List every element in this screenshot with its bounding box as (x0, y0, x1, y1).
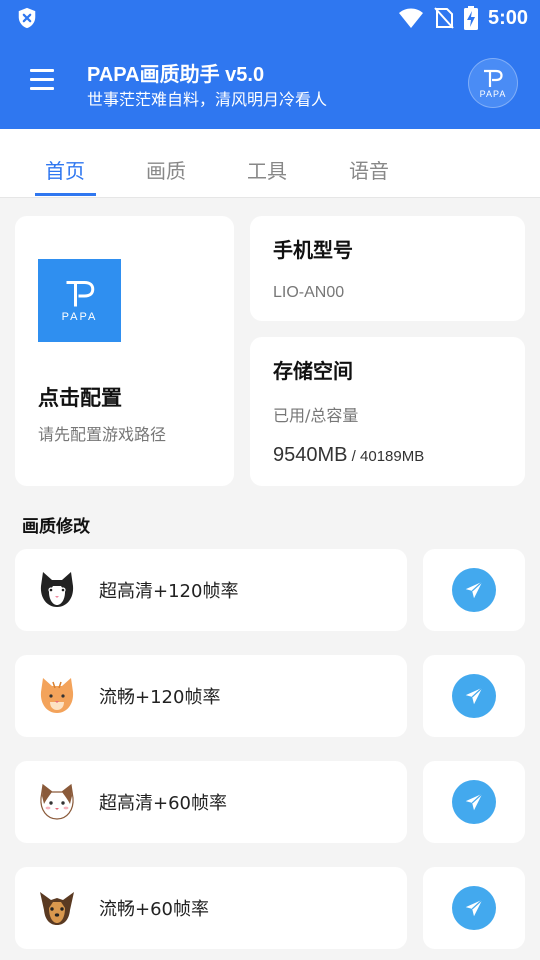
tab-quality[interactable]: 画质 (146, 155, 186, 184)
preset-item[interactable]: 超高清+120帧率 (15, 549, 407, 631)
send-icon (452, 886, 496, 930)
app-subtitle: 世事茫茫难自料，清风明月冷看人 (87, 90, 328, 109)
status-bar: 5:00 (0, 0, 540, 36)
logo-text: PAPA (61, 311, 98, 323)
battery-charging-icon (463, 6, 478, 30)
phone-model-title: 手机型号 (273, 238, 353, 262)
orange-cat-icon (40, 678, 74, 713)
config-card[interactable]: PAPA 点击配置 请先配置游戏路径 (15, 216, 234, 486)
tab-voice[interactable]: 语音 (349, 155, 389, 184)
phone-model-card: 手机型号 LIO-AN00 (250, 216, 525, 321)
tab-home[interactable]: 首页 (45, 155, 85, 184)
storage-title: 存储空间 (273, 359, 353, 383)
send-icon (452, 780, 496, 824)
storage-used: 9540MB (273, 444, 348, 466)
avatar-text: PAPA (479, 88, 507, 99)
preset-item[interactable]: 流畅+60帧率 (15, 867, 407, 949)
storage-values: 9540MB / 40189MB (273, 444, 424, 467)
preset-label: 流畅+60帧率 (99, 899, 209, 920)
tab-indicator (35, 193, 96, 196)
config-title: 点击配置 (38, 386, 122, 410)
storage-total: 40189MB (360, 448, 425, 465)
apply-preset-button[interactable] (423, 761, 525, 843)
preset-label: 超高清+120帧率 (99, 581, 239, 602)
storage-label: 已用/总容量 (273, 406, 359, 425)
papa-logo-icon (66, 281, 94, 307)
preset-item[interactable]: 流畅+120帧率 (15, 655, 407, 737)
tab-tools[interactable]: 工具 (247, 155, 287, 184)
menu-button[interactable] (30, 69, 56, 95)
menu-icon (30, 69, 54, 72)
apply-preset-button[interactable] (423, 655, 525, 737)
preset-item[interactable]: 超高清+60帧率 (15, 761, 407, 843)
preset-label: 流畅+120帧率 (99, 687, 221, 708)
status-time: 5:00 (487, 6, 528, 29)
app-title: PAPA画质助手 v5.0 (87, 64, 265, 86)
send-icon (452, 674, 496, 718)
tab-bar: 首页 画质 工具 语音 (0, 129, 540, 198)
yorkie-dog-icon (40, 892, 74, 925)
section-title: 画质修改 (22, 517, 90, 537)
apply-preset-button[interactable] (423, 549, 525, 631)
wifi-icon (398, 8, 423, 28)
storage-separator: / (347, 448, 361, 465)
storage-card: 存储空间 已用/总容量 9540MB / 40189MB (250, 337, 525, 486)
avatar[interactable]: PAPA (468, 58, 518, 108)
app-logo: PAPA (38, 259, 121, 342)
papa-logo-icon (484, 69, 503, 87)
calico-cat-icon (40, 783, 74, 820)
shield-icon (18, 7, 36, 29)
apply-preset-button[interactable] (423, 867, 525, 949)
phone-model-value: LIO-AN00 (273, 284, 345, 301)
no-sim-icon (434, 7, 454, 29)
send-icon (452, 568, 496, 612)
preset-label: 超高清+60帧率 (99, 793, 227, 814)
black-white-cat-icon (40, 572, 74, 607)
app-header: PAPA画质助手 v5.0 世事茫茫难自料，清风明月冷看人 PAPA (0, 36, 540, 129)
config-subtitle: 请先配置游戏路径 (38, 425, 167, 444)
